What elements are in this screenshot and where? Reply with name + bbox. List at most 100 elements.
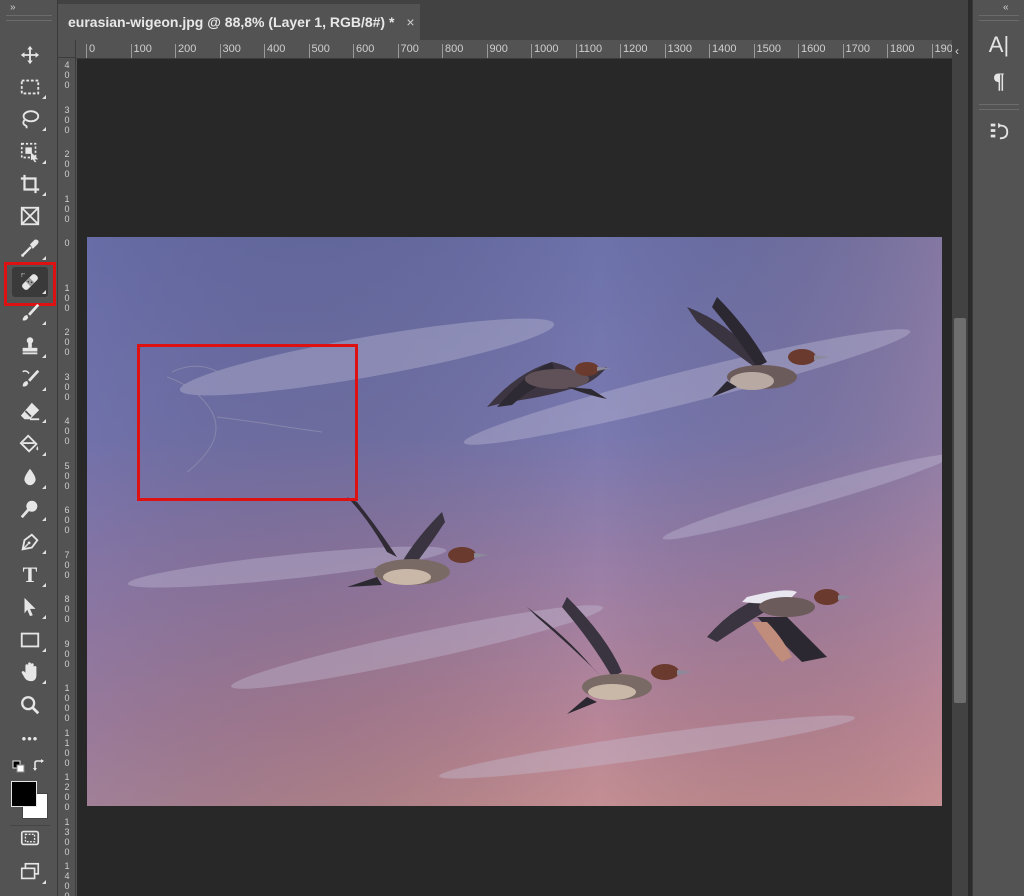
eyedropper-tool[interactable] <box>12 233 48 263</box>
ruler-label: 1 3 0 0 <box>64 816 70 857</box>
ruler-label: 1 1 0 0 <box>64 727 70 768</box>
ruler-label: 1 0 0 0 <box>64 683 70 723</box>
ruler-tick <box>931 44 933 58</box>
document-tab-title: eurasian-wigeon.jpg @ 88,8% (Layer 1, RG… <box>68 14 395 30</box>
drop-icon <box>24 468 36 486</box>
ruler-label: 1 0 0 <box>64 193 70 224</box>
screen-mode-button[interactable] <box>12 857 48 887</box>
collapse-toolbar-icon[interactable]: » <box>10 2 15 13</box>
paragraph-panel-button[interactable]: ¶ <box>981 66 1017 96</box>
scroll-up-icon[interactable]: ‹ <box>955 44 959 58</box>
ruler-tick <box>130 44 132 58</box>
ruler-tick <box>709 44 710 58</box>
pen-icon <box>21 533 39 551</box>
ruler-label: 1800 <box>890 43 915 55</box>
object-selection-tool[interactable] <box>12 137 48 167</box>
lasso-tool[interactable] <box>12 104 48 134</box>
path-selection-tool[interactable] <box>12 592 48 622</box>
ruler-tick <box>842 44 844 58</box>
ruler-tick <box>753 44 755 58</box>
default-colors-icon[interactable] <box>12 760 26 774</box>
ruler-origin[interactable] <box>58 40 76 58</box>
history-brush-icon <box>22 369 40 387</box>
ruler-tick <box>353 44 354 58</box>
ruler-label: 2 0 0 <box>64 149 70 179</box>
vertical-scrollbar[interactable]: ‹ <box>952 40 968 896</box>
edit-toolbar[interactable]: ••• <box>12 723 48 753</box>
paragraph-icon: ¶ <box>993 68 1005 93</box>
ruler-tick <box>798 44 799 58</box>
document-tab[interactable]: eurasian-wigeon.jpg @ 88,8% (Layer 1, RG… <box>58 4 420 40</box>
type-tool[interactable]: T <box>12 560 48 590</box>
horizontal-ruler[interactable]: 0 100 200 300 400 500 600 700 800 900 1000 1100 1200… <box>76 40 952 59</box>
ruler-label: 400 <box>267 43 286 55</box>
dodge-tool[interactable] <box>12 494 48 524</box>
ruler-tick <box>620 44 621 58</box>
blur-tool[interactable] <box>12 462 48 492</box>
rectangle-icon <box>20 632 40 648</box>
ruler-label: 1 0 0 <box>64 282 70 313</box>
zoom-tool[interactable] <box>12 690 48 720</box>
rectangle-tool[interactable] <box>12 625 48 655</box>
swap-colors-icon[interactable] <box>32 758 48 774</box>
collapse-panels-icon[interactable]: « <box>1003 2 1008 13</box>
marquee-icon <box>20 79 40 95</box>
ruler-label: 0 <box>64 238 70 248</box>
document-image[interactable] <box>87 237 942 806</box>
clone-stamp-tool[interactable] <box>12 331 48 361</box>
ruler-label: 7 0 0 <box>64 549 70 580</box>
character-panel-button[interactable]: A| <box>981 30 1017 60</box>
ruler-label: 1100 <box>578 43 603 55</box>
hand-tool[interactable] <box>12 657 48 687</box>
ruler-label: 5 0 0 <box>64 460 70 491</box>
wigeon-photo <box>87 237 942 806</box>
vertical-ruler[interactable]: 4 0 0 3 0 0 2 0 0 1 0 0 0 1 0 0 2 0 0 3 0 0 4 0 … <box>58 58 76 896</box>
ruler-label: 1 2 0 0 <box>64 772 70 812</box>
ruler-label: 1600 <box>801 43 826 55</box>
stamp-icon <box>22 337 38 355</box>
eraser-tool[interactable] <box>12 396 48 426</box>
ruler-label: 300 <box>222 43 241 55</box>
more-icon: ••• <box>21 730 39 746</box>
healed-area-highlight <box>137 344 358 501</box>
toolbar-grip[interactable] <box>6 15 52 21</box>
ruler-label: 1400 <box>712 43 737 55</box>
tools-panel: » T ••• <box>0 0 58 896</box>
type-icon: T <box>22 562 38 587</box>
ruler-label: 1 4 0 0 <box>64 861 70 896</box>
ruler-label: 600 <box>356 43 375 55</box>
move-tool[interactable] <box>12 40 48 70</box>
ruler-label: 1000 <box>534 43 559 55</box>
panel-grip[interactable] <box>979 15 1019 21</box>
crop-tool[interactable] <box>12 169 48 199</box>
ruler-tick <box>442 44 443 58</box>
panel-grip-2[interactable] <box>979 104 1019 110</box>
history-panel-button[interactable] <box>981 116 1017 146</box>
canvas-workspace[interactable] <box>77 59 952 896</box>
ruler-tick <box>86 44 87 58</box>
brush-tool[interactable] <box>12 298 48 328</box>
eyedropper-icon <box>21 239 39 257</box>
object-select-icon <box>20 142 39 163</box>
crop-icon <box>20 174 40 194</box>
frame-tool[interactable] <box>12 201 48 231</box>
ruler-tick <box>308 44 310 58</box>
quick-mask-button[interactable] <box>12 823 48 853</box>
ruler-label: 6 0 0 <box>64 505 70 535</box>
paint-bucket-tool[interactable] <box>12 429 48 459</box>
close-icon[interactable]: × <box>406 14 414 30</box>
screen-mode-icon <box>20 862 40 880</box>
pen-tool[interactable] <box>12 527 48 557</box>
scrollbar-thumb[interactable] <box>954 318 966 703</box>
foreground-color-swatch[interactable] <box>11 781 37 807</box>
bucket-icon <box>19 434 39 453</box>
history-brush-tool[interactable] <box>12 364 48 394</box>
ruler-label: 1500 <box>756 43 781 55</box>
rectangular-marquee-tool[interactable] <box>12 72 48 102</box>
quick-mask-icon <box>20 830 40 846</box>
ruler-tick <box>219 44 221 58</box>
ruler-label: 2 0 0 <box>64 327 70 357</box>
ruler-tick <box>887 44 888 58</box>
ruler-tick <box>486 44 488 58</box>
right-panel-dock: « A| ¶ <box>972 0 1024 896</box>
